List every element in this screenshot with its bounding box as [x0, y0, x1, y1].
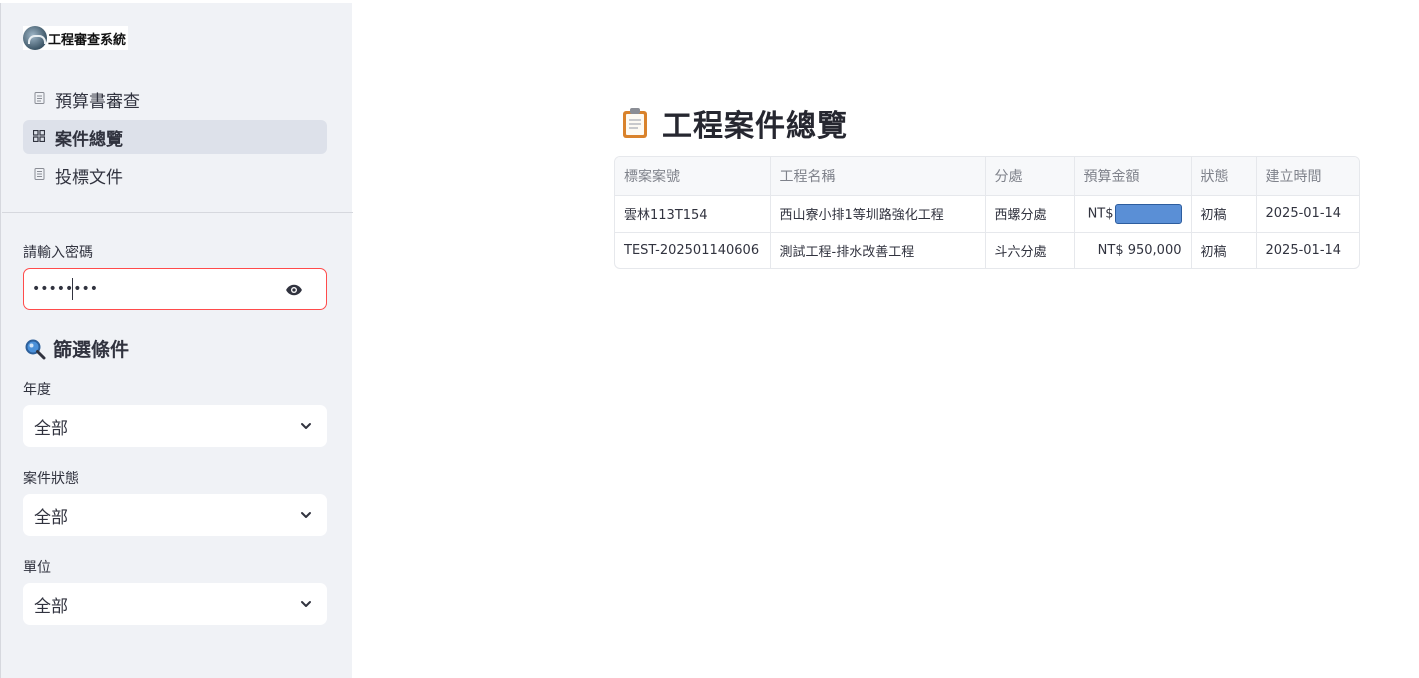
text-caret [72, 278, 73, 300]
branch-cell: 西螺分處 [985, 195, 1075, 233]
table-header-row: 標案案號 工程名稱 分處 預算金額 狀態 建立時間 [615, 157, 1359, 196]
password-label: 請輸入密碼 [23, 245, 93, 261]
eye-icon[interactable] [285, 281, 303, 299]
sidebar-nav: 預算書審查 案件總覽 投標文件 [23, 82, 327, 196]
unit-selected-value: 全部 [34, 596, 68, 617]
case-table: 標案案號 工程名稱 分處 預算金額 狀態 建立時間 雲林113T154 西山寮小… [614, 156, 1360, 269]
password-input[interactable] [32, 279, 272, 299]
year-selected-value: 全部 [34, 418, 68, 439]
project-name-cell: 測試工程-排水改善工程 [770, 232, 986, 268]
case-no-cell: 雲林113T154 [615, 195, 771, 233]
sidebar-divider [2, 212, 353, 213]
table-row[interactable]: TEST-202501140606 測試工程-排水改善工程 斗六分處 NT$ 9… [615, 232, 1359, 268]
status-cell: 初稿 [1191, 195, 1257, 233]
app-logo: 工程審查系統 [23, 26, 129, 50]
project-name-cell: 西山寮小排1等圳路強化工程 [770, 195, 986, 233]
status-cell: 初稿 [1191, 232, 1257, 268]
year-label: 年度 [23, 382, 51, 398]
column-header[interactable]: 建立時間 [1256, 157, 1359, 196]
sidebar-item-tender-docs[interactable]: 投標文件 [23, 158, 327, 192]
password-field[interactable] [23, 268, 327, 310]
budget-currency: NT$ [1087, 206, 1114, 221]
unit-select[interactable]: 全部 [23, 583, 327, 625]
document-icon [32, 91, 46, 107]
sidebar-item-case-overview[interactable]: 案件總覽 [23, 120, 327, 154]
logo-icon [23, 26, 47, 50]
column-header[interactable]: 預算金額 [1074, 157, 1192, 196]
filter-title-text: 篩選條件 [53, 339, 130, 361]
chevron-down-icon [301, 601, 311, 607]
sidebar-item-label: 預算書審查 [55, 91, 140, 112]
unit-label: 單位 [23, 560, 51, 576]
column-header[interactable]: 標案案號 [615, 157, 771, 196]
branch-cell: 斗六分處 [985, 232, 1075, 268]
status-label: 案件狀態 [23, 471, 79, 487]
sidebar-item-budget-review[interactable]: 預算書審查 [23, 82, 327, 116]
column-header[interactable]: 分處 [985, 157, 1075, 196]
file-icon [32, 167, 46, 183]
budget-cell: NT$ [1074, 195, 1192, 233]
search-icon [25, 339, 46, 359]
chevron-down-icon [301, 423, 311, 429]
year-select[interactable]: 全部 [23, 405, 327, 447]
created-cell: 2025-01-14 [1256, 195, 1359, 233]
column-header[interactable]: 工程名稱 [770, 157, 986, 196]
column-header[interactable]: 狀態 [1191, 157, 1257, 196]
status-select[interactable]: 全部 [23, 494, 327, 536]
case-no-cell: TEST-202501140606 [615, 232, 771, 268]
app-title: 工程審查系統 [48, 32, 127, 48]
sidebar: 工程審查系統 預算書審查 案件總覽 投標文件 請輸入密碼 •••••••• 篩選… [0, 3, 353, 678]
budget-cell: NT$ 950,000 [1074, 232, 1192, 268]
redacted-value [1114, 203, 1182, 224]
page-title-text: 工程案件總覽 [662, 109, 848, 144]
page-title: 工程案件總覽 [620, 101, 848, 145]
filter-section-title: 篩選條件 [24, 335, 129, 362]
sidebar-item-label: 案件總覽 [55, 129, 123, 150]
table-row[interactable]: 雲林113T154 西山寮小排1等圳路強化工程 西螺分處 NT$ 初稿 2025… [615, 195, 1359, 233]
created-cell: 2025-01-14 [1265, 243, 1342, 259]
dashboard-icon [32, 129, 46, 145]
sidebar-item-label: 投標文件 [55, 167, 123, 188]
clipboard-icon [623, 108, 647, 138]
status-selected-value: 全部 [34, 507, 68, 528]
chevron-down-icon [301, 512, 311, 518]
